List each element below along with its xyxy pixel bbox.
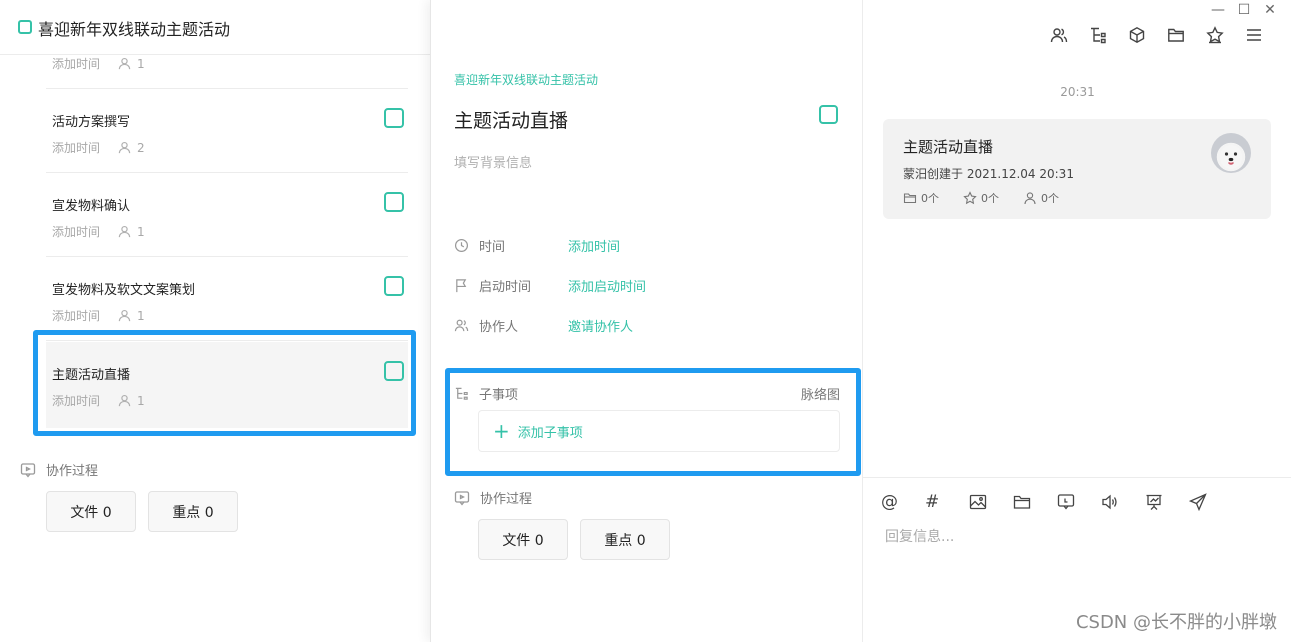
task-member-count: 1 [137, 56, 145, 71]
folder-icon[interactable] [1013, 492, 1057, 512]
background-info-input[interactable]: 填写背景信息 [454, 152, 532, 171]
task-checkbox[interactable] [384, 192, 404, 212]
chat-panel: — ☐ ✕ 20:31 主题活动直播 蒙汨创建于 2021.12.04 20:3… [862, 0, 1291, 642]
task-card-message[interactable]: 主题活动直播 蒙汨创建于 2021.12.04 20:31 0个 0个 0个 [883, 119, 1271, 219]
invite-collaborator-link[interactable]: 邀请协作人 [568, 316, 633, 335]
menu-icon[interactable] [1234, 24, 1273, 46]
task-member-count: 1 [137, 308, 145, 323]
top-toolbar [1039, 24, 1273, 46]
task-list-panel: 喜迎新年双线联动主题活动 添加时间 1 活动方案撰写 添加时间 2 宣发物料确认… [0, 0, 430, 642]
key-points-button[interactable]: 重点 0 [148, 491, 238, 532]
comment-icon[interactable] [1057, 492, 1101, 512]
avatar [1211, 133, 1251, 173]
person-icon [1024, 192, 1036, 205]
reply-input[interactable]: 回复信息... [885, 526, 954, 546]
person-icon [118, 141, 131, 154]
project-title: 喜迎新年双线联动主题活动 [38, 20, 231, 39]
task-time[interactable]: 添加时间 [52, 139, 100, 156]
star-icon[interactable] [1195, 24, 1234, 46]
field-collaborators: 协作人 邀请协作人 [454, 316, 633, 335]
task-member-count: 2 [137, 140, 145, 155]
task-item[interactable]: 活动方案撰写 添加时间 2 [46, 89, 408, 173]
task-time[interactable]: 添加时间 [52, 223, 100, 240]
card-title: 主题活动直播 [903, 138, 994, 156]
task-item[interactable]: 添加时间 1 [46, 55, 408, 89]
watermark: CSDN @长不胖的小胖墩 [1075, 612, 1277, 633]
process-section-label: 协作过程 [454, 488, 532, 507]
app-window: 喜迎新年双线联动主题活动 添加时间 1 活动方案撰写 添加时间 2 宣发物料确认… [0, 0, 1291, 642]
task-member-count: 1 [137, 224, 145, 239]
minimize-button[interactable]: — [1205, 2, 1231, 18]
hash-icon[interactable]: # [925, 492, 969, 512]
key-points-button[interactable]: 重点 0 [580, 519, 670, 560]
flag-icon [456, 279, 467, 293]
project-checkbox[interactable] [18, 20, 32, 34]
comment-icon [20, 462, 36, 478]
highlight-box [33, 330, 416, 436]
message-time: 20:31 [1060, 85, 1095, 99]
window-controls: — ☐ ✕ [1205, 2, 1283, 18]
person-icon [118, 225, 131, 238]
speaker-icon[interactable] [1101, 492, 1145, 512]
task-name: 宣发物料及软文文案策划 [52, 283, 196, 298]
field-start-time: 启动时间 添加启动时间 [454, 276, 646, 295]
star-icon [963, 191, 977, 205]
card-created: 蒙汨创建于 2021.12.04 20:31 [903, 167, 1074, 181]
close-button[interactable]: ✕ [1257, 2, 1283, 18]
task-detail-panel: 喜迎新年双线联动主题活动 主题活动直播 填写背景信息 时间 添加时间 启动时间 … [430, 0, 862, 642]
users-icon [454, 319, 469, 332]
at-icon[interactable]: @ [881, 492, 925, 512]
task-name: 活动方案撰写 [52, 115, 131, 130]
files-button[interactable]: 文件 0 [478, 519, 568, 560]
task-item[interactable]: 宣发物料及软文文案策划 添加时间 1 [46, 257, 408, 341]
task-item[interactable]: 宣发物料确认 添加时间 1 [46, 173, 408, 257]
folder-icon[interactable] [1156, 24, 1195, 46]
send-icon[interactable] [1189, 492, 1233, 512]
maximize-button[interactable]: ☐ [1231, 2, 1257, 18]
card-stats: 0个 0个 0个 [903, 190, 1083, 206]
task-name: 宣发物料确认 [52, 199, 131, 214]
image-icon[interactable] [969, 492, 1013, 512]
comment-icon [454, 490, 470, 506]
composer-toolbar: @ # [881, 492, 1233, 512]
clock-icon [454, 238, 469, 253]
folder-icon [903, 193, 917, 204]
tree-icon[interactable] [1078, 24, 1117, 46]
task-complete-checkbox[interactable] [819, 105, 838, 124]
task-time[interactable]: 添加时间 [52, 55, 100, 72]
project-header: 喜迎新年双线联动主题活动 [0, 0, 430, 55]
task-checkbox[interactable] [384, 276, 404, 296]
users-icon[interactable] [1039, 24, 1078, 46]
field-time: 时间 添加时间 [454, 236, 620, 255]
task-title[interactable]: 主题活动直播 [454, 106, 568, 133]
add-start-time-link[interactable]: 添加启动时间 [568, 276, 646, 295]
cube-icon[interactable] [1117, 24, 1156, 46]
files-button[interactable]: 文件 0 [46, 491, 136, 532]
task-checkbox[interactable] [384, 108, 404, 128]
person-icon [118, 57, 131, 70]
person-icon [118, 309, 131, 322]
add-time-link[interactable]: 添加时间 [568, 236, 620, 255]
process-section-label: 协作过程 [20, 460, 98, 479]
breadcrumb[interactable]: 喜迎新年双线联动主题活动 [454, 71, 598, 88]
highlight-box [445, 368, 861, 476]
presentation-icon[interactable] [1145, 492, 1189, 512]
task-time[interactable]: 添加时间 [52, 307, 100, 324]
